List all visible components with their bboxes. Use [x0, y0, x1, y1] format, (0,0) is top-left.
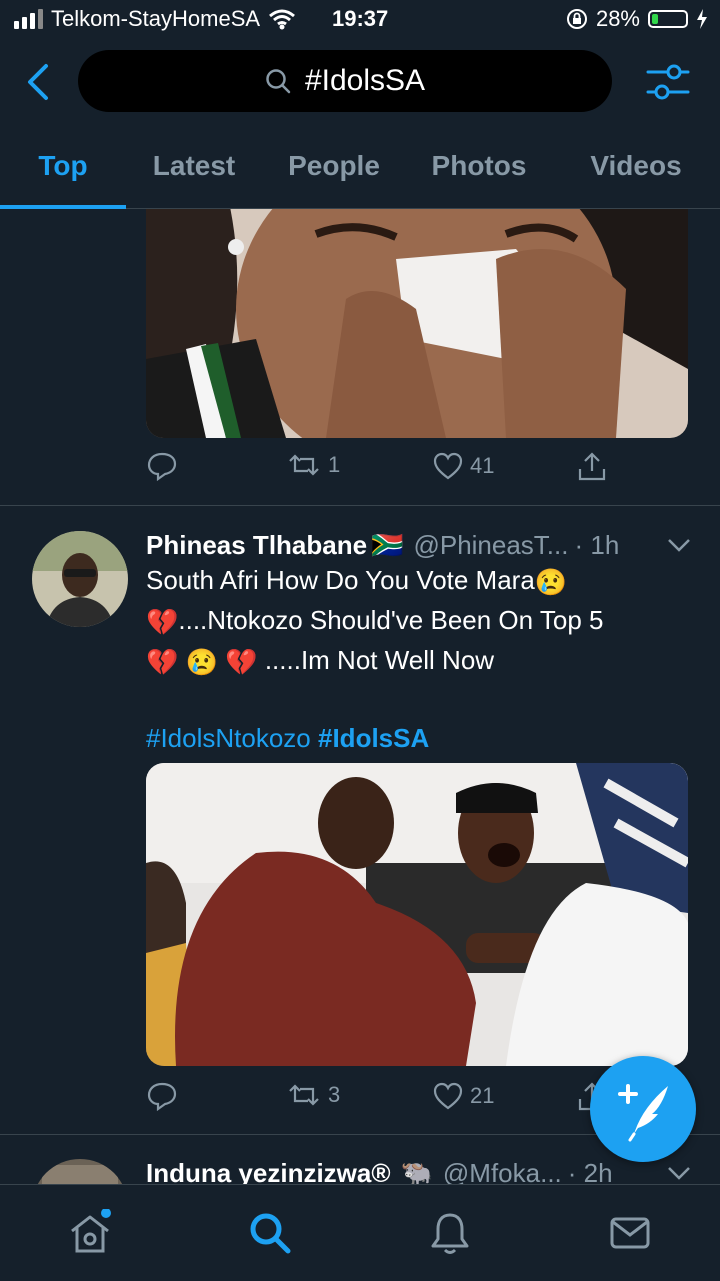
broken-heart-emoji: 💔 — [146, 647, 179, 678]
tweet-time: · 1h — [574, 529, 620, 560]
battery-icon — [648, 10, 688, 28]
retweet-icon — [289, 454, 319, 476]
status-bar-right: 28% — [566, 6, 708, 32]
bottom-navigation — [0, 1184, 720, 1281]
tweet-line-3: 💔 😢 💔 .....Im Not Well Now — [146, 641, 686, 681]
author-handle[interactable]: @Mfoka... — [443, 1158, 562, 1185]
tweet-text: South Afri How Do You Vote Mara😢 💔....Nt… — [146, 561, 686, 757]
tweet-line-2: 💔....Ntokozo Should've Been On Top 5 — [146, 601, 686, 641]
tweet-line-3-text: .....Im Not Well Now — [264, 645, 495, 676]
author-handle[interactable]: @PhineasT... — [413, 530, 568, 561]
status-bar: Telkom-StayHomeSA 19:37 28% — [0, 0, 720, 40]
tweet-1-actions: 1 41 — [146, 451, 616, 491]
avatar[interactable] — [32, 1159, 128, 1184]
avatar-photo — [32, 1159, 128, 1184]
crying-face-emoji: 😢 — [185, 647, 218, 678]
reply-icon — [147, 452, 177, 481]
share-icon — [578, 452, 606, 481]
wifi-icon — [269, 9, 296, 30]
crying-woman-photo — [146, 209, 688, 438]
broken-heart-emoji: 💔 — [225, 647, 258, 678]
tweet-image-crying-woman[interactable] — [146, 209, 688, 438]
tweet-spacer — [146, 681, 686, 719]
hashtag-idolssa[interactable]: #IdolsSA — [318, 723, 429, 753]
orientation-lock-icon — [566, 9, 587, 29]
carrier-label: Telkom-StayHomeSA — [51, 6, 261, 31]
tab-top[interactable]: Top — [0, 124, 126, 209]
tab-videos[interactable]: Videos — [552, 124, 720, 208]
status-bar-left: Telkom-StayHomeSA — [14, 6, 296, 32]
retweet-icon — [289, 1084, 319, 1106]
tweet-divider — [0, 505, 720, 506]
home-icon[interactable] — [66, 1209, 114, 1257]
avatar-photo — [32, 531, 128, 627]
broken-heart-emoji: 💔 — [146, 607, 179, 638]
search-tabs: Top Latest People Photos Videos — [0, 124, 720, 209]
charging-bolt-icon — [697, 9, 707, 29]
compose-icon — [618, 1084, 668, 1142]
share-button[interactable] — [576, 451, 608, 483]
signal-icon — [14, 9, 43, 29]
compose-tweet-button[interactable] — [590, 1056, 696, 1162]
tweet-image-crying-men[interactable] — [146, 763, 688, 1066]
battery-fill — [652, 14, 659, 24]
tab-people[interactable]: People — [262, 124, 406, 208]
like-icon — [433, 452, 463, 480]
back-arrow-icon[interactable] — [22, 62, 56, 102]
tab-photos[interactable]: Photos — [406, 124, 552, 208]
avatar[interactable] — [32, 531, 128, 627]
author-name[interactable]: Phineas Tlhabane — [146, 530, 367, 561]
search-input[interactable]: #IdolsSA — [78, 50, 612, 112]
tweet-header: Phineas Tlhabane 🇿🇦 @PhineasT... · 1h — [146, 525, 696, 565]
reply-button[interactable] — [146, 1081, 178, 1111]
filter-icon[interactable] — [644, 60, 692, 104]
like-button[interactable]: 21 — [432, 1081, 494, 1111]
notifications-icon[interactable] — [426, 1209, 474, 1257]
tweet-line-1: South Afri How Do You Vote Mara😢 — [146, 561, 686, 601]
tweet-line-1-text: South Afri How Do You Vote Mara — [146, 565, 535, 595]
messages-icon[interactable] — [606, 1209, 654, 1257]
explore-search-icon[interactable] — [246, 1209, 294, 1257]
tweet-line-2-text: ....Ntokozo Should've Been On Top 5 — [178, 605, 604, 636]
tweet-2-actions: 3 21 — [146, 1081, 616, 1121]
retweet-button[interactable]: 3 — [286, 1081, 340, 1109]
search-query: #IdolsSA — [304, 64, 426, 97]
reply-icon — [147, 1082, 177, 1111]
like-count: 41 — [470, 453, 495, 478]
chevron-down-icon[interactable] — [666, 537, 692, 553]
chevron-down-icon[interactable] — [666, 1165, 692, 1181]
retweet-count: 1 — [328, 452, 341, 477]
author-name[interactable]: Induna yezinzizwa® — [146, 1158, 391, 1185]
author-buffalo-emoji: 🐃 — [400, 1157, 433, 1185]
tab-latest[interactable]: Latest — [126, 124, 262, 208]
like-icon — [433, 1082, 463, 1110]
crying-face-emoji: 😢 — [534, 567, 568, 598]
retweet-button[interactable]: 1 — [286, 451, 340, 479]
retweet-count: 3 — [328, 1082, 341, 1107]
crying-men-photo — [146, 763, 688, 1066]
tweet-hashtags: #IdolsNtokozo #IdolsSA — [146, 719, 686, 757]
search-header: #IdolsSA — [0, 40, 720, 124]
author-flag-emoji: 🇿🇦 — [371, 529, 404, 560]
hashtag-idolsntokozo[interactable]: #IdolsNtokozo — [146, 723, 311, 753]
reply-button[interactable] — [146, 451, 178, 481]
like-button[interactable]: 41 — [432, 451, 494, 481]
status-time: 19:37 — [332, 6, 389, 31]
battery-percent: 28% — [595, 6, 640, 31]
tweet-feed: 1 41 Phineas Tlhabane 🇿🇦 @PhineasT... · … — [0, 209, 720, 1184]
search-icon — [266, 69, 291, 94]
like-count: 21 — [470, 1083, 495, 1108]
